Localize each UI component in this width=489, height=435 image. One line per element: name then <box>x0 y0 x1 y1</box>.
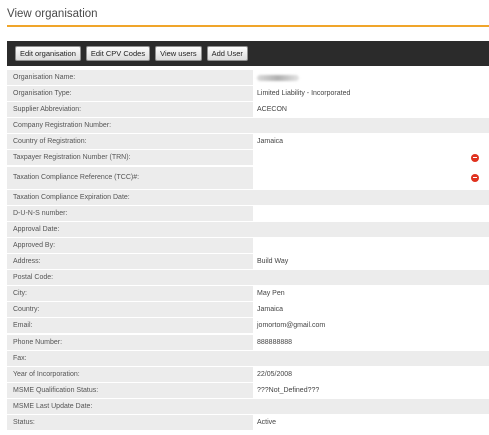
row-value <box>253 118 489 134</box>
row-label: MSME Last Update Date: <box>7 398 253 414</box>
edit-organisation-button[interactable]: Edit organisation <box>15 46 81 61</box>
row-value <box>253 167 489 189</box>
edit-cpv-codes-button[interactable]: Edit CPV Codes <box>85 46 151 61</box>
row-label: Year of Incorporation: <box>7 366 253 382</box>
action-toolbar: Edit organisation Edit CPV Codes View us… <box>7 41 489 66</box>
row-value: Jamaica <box>257 138 284 146</box>
row-status: Status: Active <box>7 414 489 430</box>
row-duns-number: D-U-N-S number: <box>7 205 489 221</box>
row-label: Taxpayer Registration Number (TRN): <box>7 150 253 166</box>
row-value <box>253 238 489 253</box>
view-users-button[interactable]: View users <box>155 46 202 61</box>
row-label: Fax: <box>7 350 253 366</box>
row-value: Active <box>257 418 277 426</box>
row-value <box>253 221 489 237</box>
row-msme-qualification-status: MSME Qualification Status: ???Not_Define… <box>7 382 489 398</box>
row-label: D-U-N-S number: <box>7 205 253 221</box>
row-label: Country: <box>7 302 253 318</box>
row-label: Approved By: <box>7 237 253 253</box>
row-value <box>253 206 489 221</box>
row-value <box>253 398 489 414</box>
row-label: Taxation Compliance Expiration Date: <box>7 189 253 205</box>
row-country: Country: Jamaica <box>7 302 489 318</box>
row-approved-by: Approved By: <box>7 237 489 253</box>
row-value <box>253 270 489 286</box>
row-organisation-type: Organisation Type: Limited Liability - I… <box>7 86 489 102</box>
row-value <box>253 189 489 205</box>
row-label: Organisation Name: <box>7 70 253 85</box>
row-address: Address: Build Way <box>7 254 489 270</box>
row-label: Phone Number: <box>7 334 253 350</box>
row-label: Postal Code: <box>7 270 253 286</box>
row-label: Email: <box>7 318 253 334</box>
row-label: Address: <box>7 254 253 270</box>
row-fax: Fax: <box>7 350 489 366</box>
row-label: Supplier Abbreviation: <box>7 102 253 118</box>
row-approval-date: Approval Date: <box>7 221 489 237</box>
row-value: jomortom@gmail.com <box>257 322 326 330</box>
title-underline <box>7 25 489 27</box>
row-phone-number: Phone Number: 888888888 <box>7 334 489 350</box>
row-value <box>253 350 489 366</box>
row-value: Limited Liability - Incorporated <box>257 90 351 98</box>
row-organisation-name: Organisation Name: <box>7 70 489 85</box>
row-label: Taxation Compliance Reference (TCC)#: <box>7 166 253 189</box>
remove-circle-icon[interactable] <box>471 153 479 162</box>
row-city: City: May Pen <box>7 286 489 302</box>
row-postal-code: Postal Code: <box>7 270 489 286</box>
row-label: Country of Registration: <box>7 134 253 150</box>
row-trn: Taxpayer Registration Number (TRN): <box>7 150 489 166</box>
row-tcc: Taxation Compliance Reference (TCC)#: <box>7 166 489 189</box>
row-country-of-registration: Country of Registration: Jamaica <box>7 134 489 150</box>
organisation-details: Organisation Name: Organisation Type: Li… <box>7 70 489 431</box>
row-value: 888888888 <box>257 338 293 346</box>
row-supplier-abbreviation: Supplier Abbreviation: ACECON <box>7 102 489 118</box>
remove-circle-icon[interactable] <box>471 173 479 182</box>
row-email: Email: jomortom@gmail.com <box>7 318 489 334</box>
row-label: Status: <box>7 414 253 430</box>
redacted-organisation-name <box>257 74 299 81</box>
page-title: View organisation <box>7 8 98 20</box>
row-label: Organisation Type: <box>7 86 253 102</box>
row-value: 22/05/2008 <box>257 370 293 378</box>
row-label: MSME Qualification Status: <box>7 382 253 398</box>
row-value: May Pen <box>257 290 285 298</box>
row-value: Build Way <box>257 258 289 266</box>
row-label: City: <box>7 286 253 302</box>
row-tcc-expiration-date: Taxation Compliance Expiration Date: <box>7 189 489 205</box>
row-value <box>253 70 489 85</box>
row-company-registration-number: Company Registration Number: <box>7 118 489 134</box>
row-label: Company Registration Number: <box>7 118 253 134</box>
row-value: ACECON <box>257 106 287 114</box>
add-user-button[interactable]: Add User <box>206 46 248 61</box>
row-msme-last-update-date: MSME Last Update Date: <box>7 398 489 414</box>
row-year-of-incorporation: Year of Incorporation: 22/05/2008 <box>7 366 489 382</box>
row-value: ???Not_Defined??? <box>257 386 320 394</box>
row-value: Jamaica <box>257 306 284 314</box>
row-value <box>253 150 489 165</box>
row-label: Approval Date: <box>7 221 253 237</box>
